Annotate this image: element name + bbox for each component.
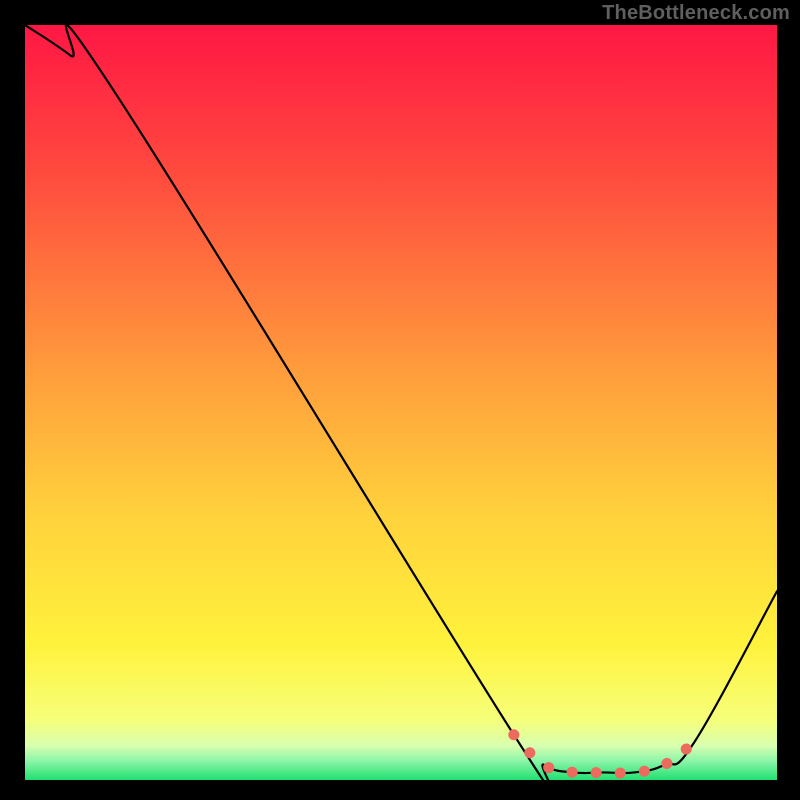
chart-stage: TheBottleneck.com [0, 0, 800, 800]
gradient-background [25, 25, 777, 780]
watermark-text: TheBottleneck.com [602, 2, 790, 25]
bottleneck-chart [0, 0, 800, 800]
